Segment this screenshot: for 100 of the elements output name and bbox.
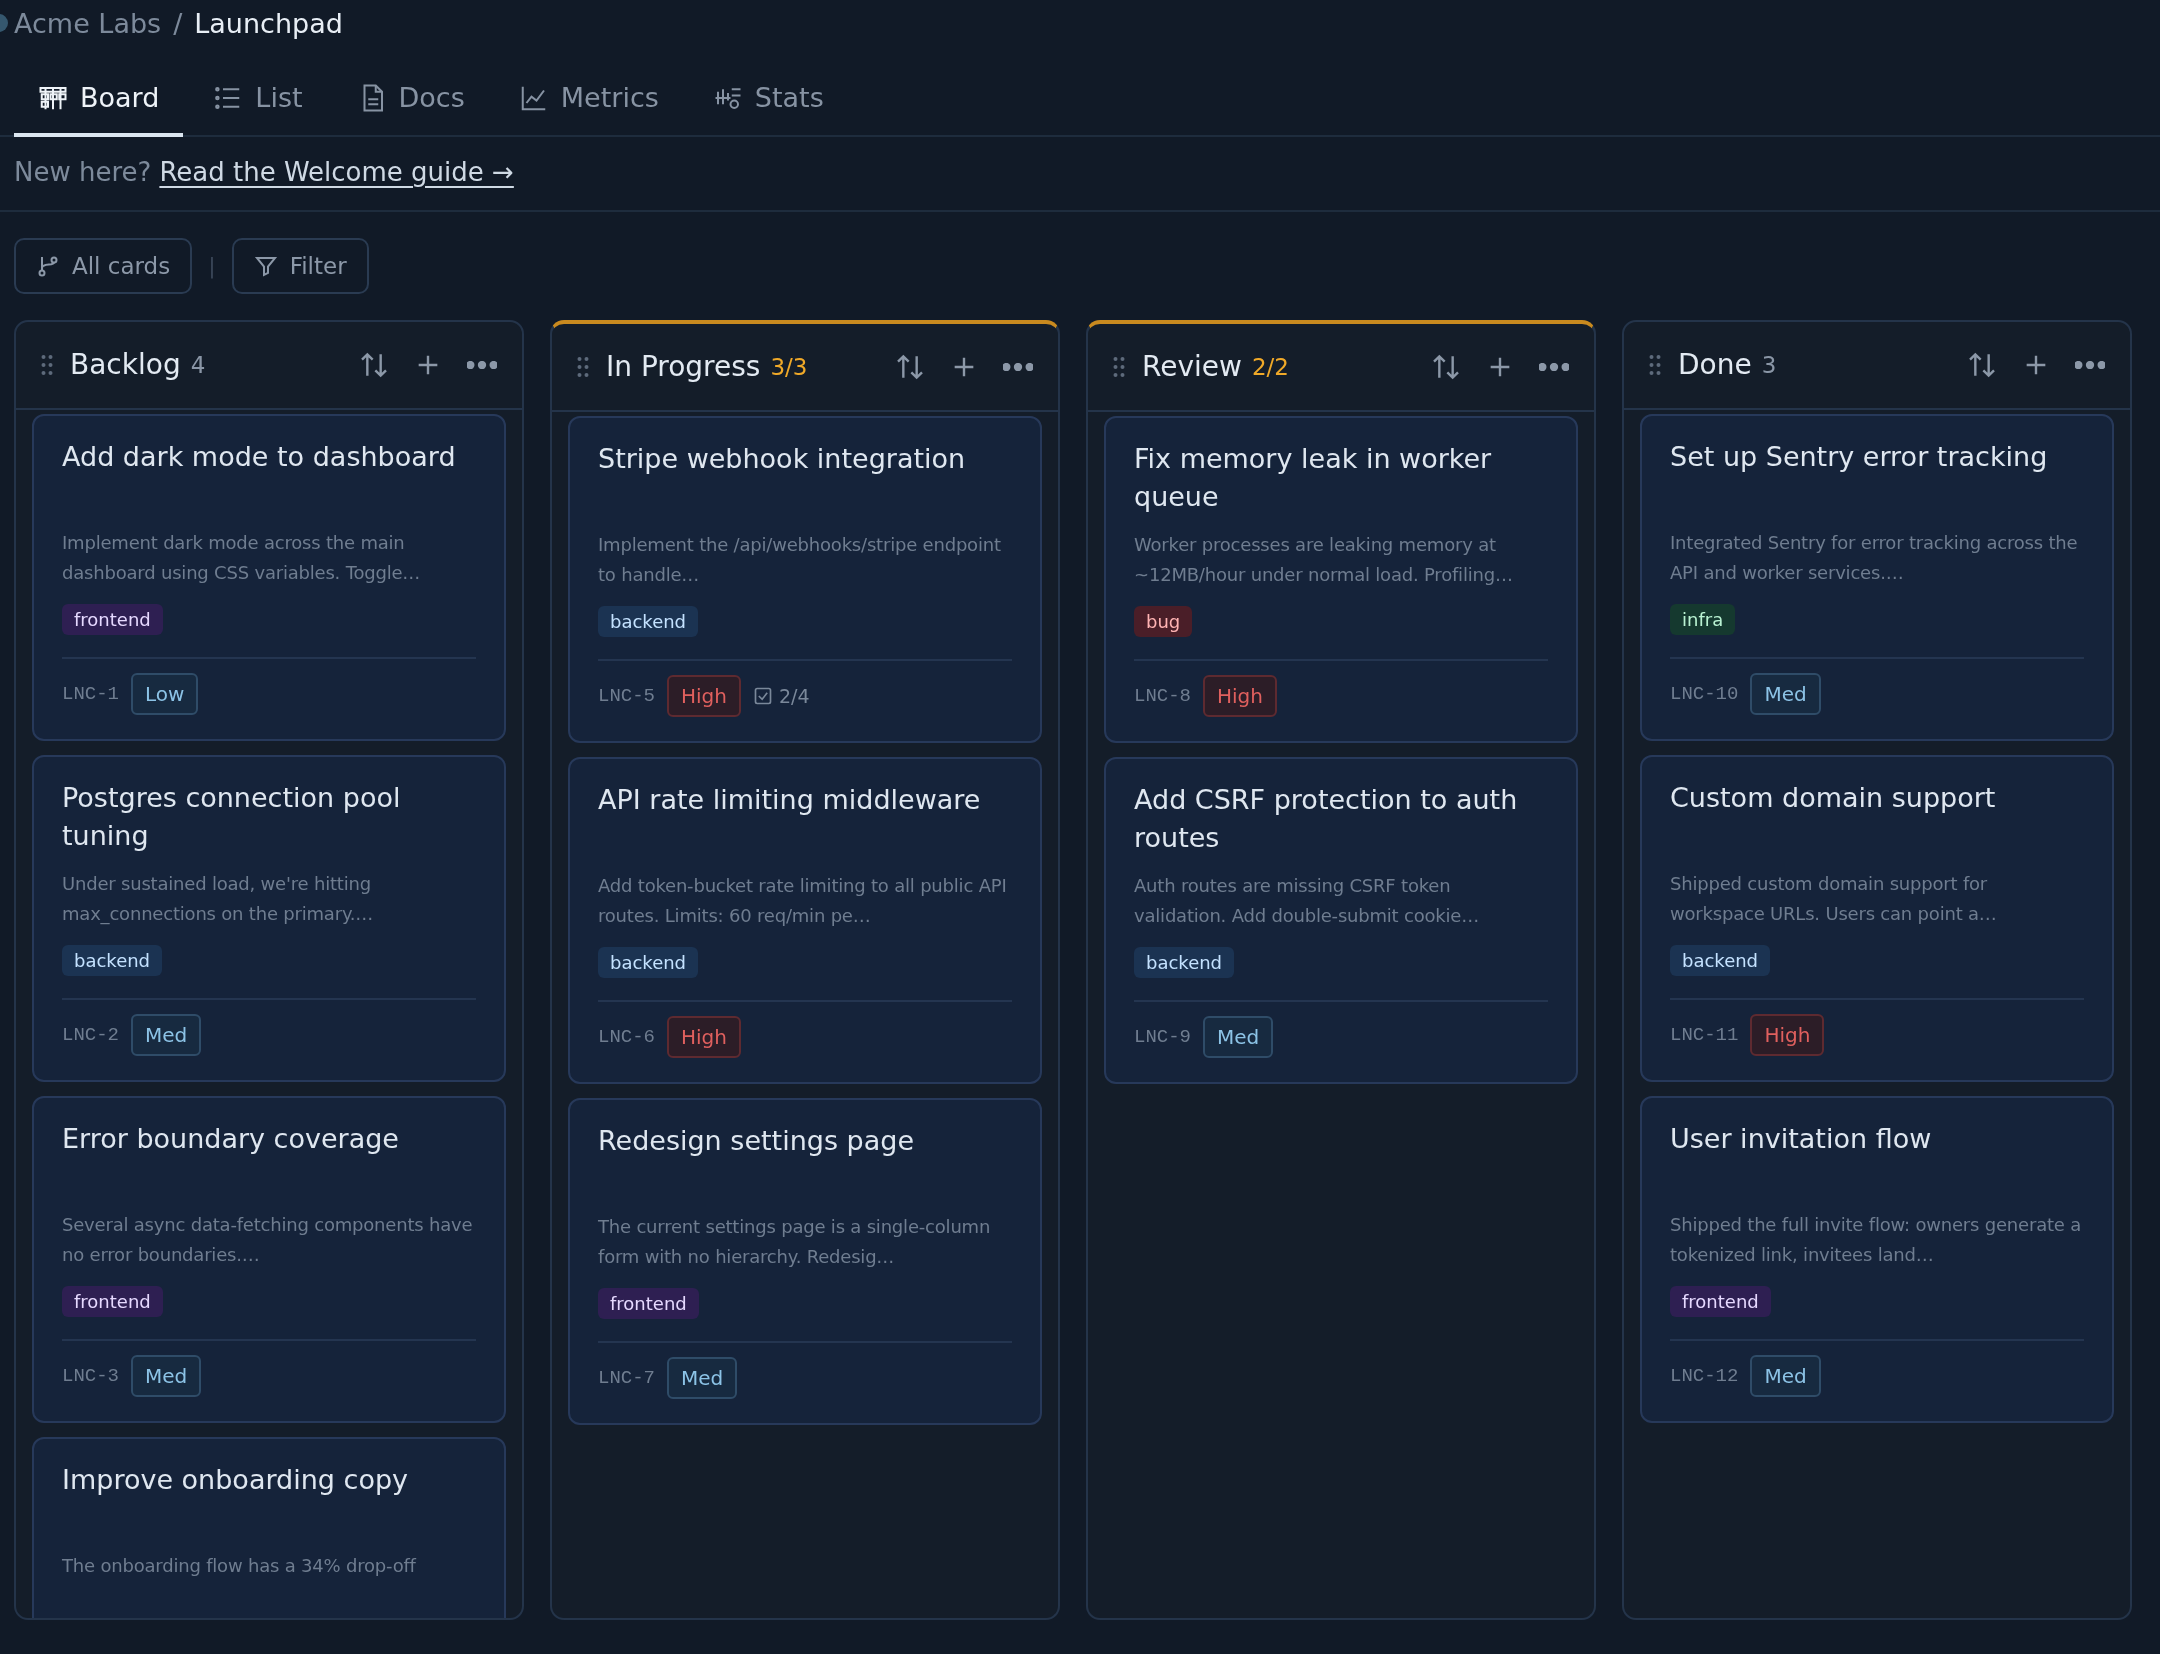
card-description: Implement the /api/webhooks/stripe endpoint to handle… bbox=[598, 533, 1002, 587]
priority-label: High bbox=[1750, 1014, 1825, 1056]
welcome-guide-link[interactable]: Read the Welcome guide → bbox=[159, 152, 514, 192]
card-description: Add token-bucket rate limiting to all public API routes. Limits: 60 req/min pe… bbox=[598, 874, 1008, 928]
task-card[interactable]: Postgres connection pool tuning Under sustained load, we're hitting max_connections on the primary.… backend LNC-2 Med bbox=[32, 755, 506, 1082]
card-id: LNC-11 bbox=[1670, 1022, 1739, 1048]
tag-label: bug bbox=[1134, 606, 1193, 637]
card-description: Several async data-fetching components have no error boundaries.… bbox=[62, 1213, 474, 1267]
card-description: Worker processes are leaking memory at ~12MB/hour under normal load. Profiling… bbox=[1134, 533, 1514, 587]
card-title: Add CSRF protection to auth routes bbox=[1134, 783, 1519, 855]
card-id: LNC-3 bbox=[62, 1363, 119, 1389]
card-description: Under sustained load, we're hitting max_connections on the primary.… bbox=[62, 872, 375, 927]
more-icon bbox=[1003, 363, 1033, 371]
drag-handle-icon[interactable] bbox=[40, 353, 54, 377]
all-cards-button[interactable]: All cards bbox=[14, 237, 193, 294]
tag-label: backend bbox=[1134, 947, 1235, 978]
tab[interactable]: Metrics bbox=[494, 70, 683, 137]
task-card[interactable]: Error boundary coverage Several async data-fetching components have no error boundaries.… frontend LNC-3 Med bbox=[32, 1096, 506, 1423]
task-card[interactable]: Fix memory leak in worker queue Worker processes are leaking memory at ~12MB/hour under normal load. Profiling… bug LNC-8 High bbox=[1104, 416, 1578, 743]
task-card[interactable]: Add dark mode to dashboard Implement dark mode across the main dashboard using CSS variables. Toggle… frontend LNC-1 Low bbox=[32, 414, 506, 741]
task-card[interactable]: API rate limiting middleware Add token-bucket rate limiting to all public API routes. Limits: 60 req/min pe… backend LNC-6 High bbox=[568, 757, 1042, 1084]
card-title: API rate limiting middleware bbox=[598, 783, 982, 817]
card-id: LNC-8 bbox=[1134, 683, 1191, 709]
card-description: Auth routes are missing CSRF token validation. Add double-submit cookie… bbox=[1134, 874, 1481, 928]
tag-label: frontend bbox=[62, 604, 163, 635]
tag-label: frontend bbox=[598, 1288, 699, 1319]
column-count: 4 bbox=[190, 350, 206, 380]
column-title: In Progress bbox=[606, 349, 761, 385]
card-id: LNC-12 bbox=[1670, 1363, 1739, 1389]
column-title: Review bbox=[1142, 349, 1242, 385]
priority-label: High bbox=[1203, 675, 1277, 717]
card-title: Stripe webhook integration bbox=[598, 442, 967, 476]
card-title: Set up Sentry error tracking bbox=[1670, 440, 2049, 474]
task-card[interactable]: Redesign settings page The current settings page is a single-column form with no hierarchy. Redesig… frontend LNC-7 Med bbox=[568, 1098, 1042, 1425]
card-id: LNC-6 bbox=[598, 1024, 655, 1050]
priority-label: Med bbox=[1203, 1016, 1274, 1058]
card-description: Shipped custom domain support for workspace URLs. Users can point a… bbox=[1670, 872, 1998, 926]
card-id: LNC-2 bbox=[62, 1022, 119, 1048]
task-card[interactable]: Improve onboarding copy The onboarding flow has a 34% drop-off bbox=[32, 1437, 506, 1618]
card-title: Redesign settings page bbox=[598, 1124, 915, 1158]
card-title: Improve onboarding copy bbox=[62, 1463, 410, 1497]
drag-handle-icon[interactable] bbox=[1112, 355, 1126, 379]
breadcrumb-org[interactable]: Acme Labs bbox=[14, 3, 162, 45]
card-id: LNC-1 bbox=[62, 681, 119, 707]
priority-label: Med bbox=[131, 1014, 202, 1056]
card-description: Implement dark mode across the main dashboard using CSS variables. Toggle… bbox=[62, 531, 422, 585]
card-id: LNC-10 bbox=[1670, 681, 1739, 707]
banner-text: New here? bbox=[14, 155, 152, 189]
tab[interactable]: Board bbox=[14, 70, 184, 137]
toolbar-separator: | bbox=[208, 252, 216, 281]
card-title: Postgres connection pool tuning bbox=[62, 781, 402, 853]
column-count: 3/3 bbox=[770, 352, 808, 382]
card-description: Integrated Sentry for error tracking across the API and worker services.… bbox=[1670, 531, 2079, 585]
tab[interactable]: Stats bbox=[688, 70, 848, 137]
priority-label: High bbox=[667, 675, 741, 717]
drag-handle-icon[interactable] bbox=[576, 355, 590, 379]
tag-label: infra bbox=[1670, 604, 1736, 635]
priority-label: Med bbox=[131, 1355, 202, 1397]
tag-label: frontend bbox=[62, 1286, 163, 1317]
task-card[interactable]: Stripe webhook integration Implement the /api/webhooks/stripe endpoint to handle… backend LNC-5 High 2/4 bbox=[568, 416, 1042, 743]
checkbox-icon bbox=[753, 686, 773, 706]
tag-label: backend bbox=[62, 945, 163, 976]
checklist-count: 2/4 bbox=[753, 681, 810, 711]
card-id: LNC-9 bbox=[1134, 1024, 1191, 1050]
column-title: Done bbox=[1678, 347, 1752, 383]
card-title: User invitation flow bbox=[1670, 1122, 1933, 1156]
task-card[interactable]: Custom domain support Shipped custom domain support for workspace URLs. Users can point a… backend LNC-11 High bbox=[1640, 755, 2114, 1082]
priority-label: Low bbox=[131, 673, 199, 715]
card-title: Add dark mode to dashboard bbox=[62, 440, 457, 474]
priority-label: Med bbox=[1750, 673, 1821, 715]
tag-label: frontend bbox=[1670, 1286, 1771, 1317]
tag-label: backend bbox=[598, 947, 699, 978]
priority-label: High bbox=[667, 1016, 741, 1058]
card-description: Shipped the full invite flow: owners generate a tokenized link, invitees land… bbox=[1670, 1213, 2083, 1267]
breadcrumb-separator: / bbox=[173, 6, 183, 41]
more-icon bbox=[1539, 363, 1569, 371]
breadcrumb-project: Launchpad bbox=[194, 6, 343, 41]
task-card[interactable]: Set up Sentry error tracking Integrated Sentry for error tracking across the API and worker services.… infra LNC-10 Med bbox=[1640, 414, 2114, 741]
tag-label: backend bbox=[1670, 945, 1771, 976]
card-id: LNC-7 bbox=[598, 1365, 655, 1391]
card-description: The onboarding flow has a 34% drop-off bbox=[62, 1554, 418, 1578]
column-count: 2/2 bbox=[1251, 352, 1289, 382]
card-title: Error boundary coverage bbox=[62, 1122, 400, 1156]
filter-button[interactable]: Filter bbox=[231, 237, 369, 294]
priority-label: Med bbox=[1750, 1355, 1821, 1397]
drag-handle-icon[interactable] bbox=[1648, 353, 1662, 377]
card-description: The current settings page is a single-column form with no hierarchy. Redesig… bbox=[598, 1215, 992, 1269]
tab[interactable]: Docs bbox=[332, 70, 489, 137]
tab[interactable]: List bbox=[189, 70, 327, 137]
tag-label: backend bbox=[598, 606, 699, 637]
column-title: Backlog bbox=[70, 347, 181, 383]
card-title: Custom domain support bbox=[1670, 781, 1997, 815]
column-count: 3 bbox=[1761, 350, 1777, 380]
card-title: Fix memory leak in worker queue bbox=[1134, 442, 1493, 514]
priority-label: Med bbox=[667, 1357, 738, 1399]
card-id: LNC-5 bbox=[598, 683, 655, 709]
more-icon bbox=[2075, 361, 2105, 369]
task-card[interactable]: Add CSRF protection to auth routes Auth routes are missing CSRF token validation. Add double-submit cookie… backend LNC-9 Med bbox=[1104, 757, 1578, 1084]
more-icon bbox=[467, 361, 497, 369]
task-card[interactable]: User invitation flow Shipped the full invite flow: owners generate a tokenized link, invitees land… frontend LNC-12 Med bbox=[1640, 1096, 2114, 1423]
